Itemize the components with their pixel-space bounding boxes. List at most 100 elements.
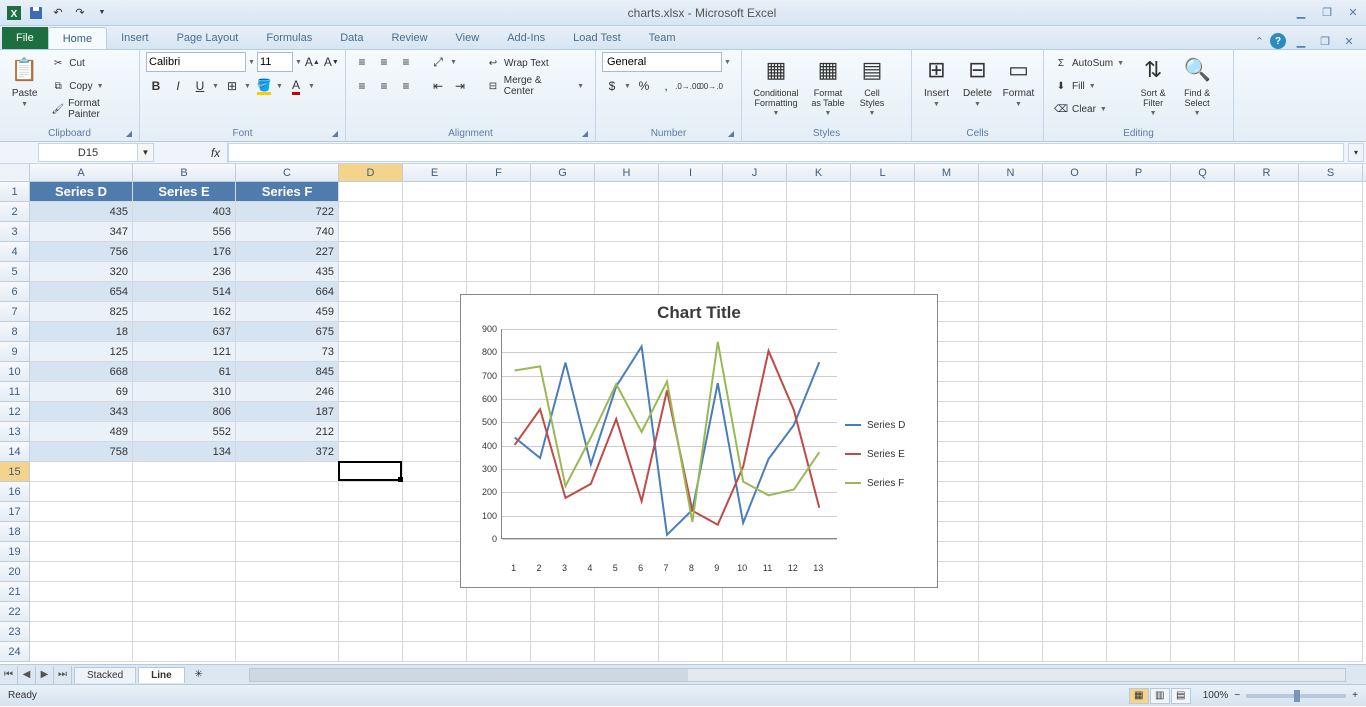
new-sheet-button[interactable]: ✳ (189, 669, 209, 680)
restore-button[interactable]: ❐ (1318, 6, 1336, 20)
tab-home[interactable]: Home (48, 27, 107, 49)
cell-L3[interactable] (851, 222, 915, 242)
cell-C12[interactable]: 187 (236, 402, 339, 422)
cell-N4[interactable] (979, 242, 1043, 262)
fill-button[interactable]: ⬇Fill▼ (1050, 75, 1129, 97)
column-header-N[interactable]: N (979, 164, 1043, 181)
cell-A17[interactable] (30, 502, 133, 522)
cell-C22[interactable] (236, 602, 339, 622)
close-button[interactable]: ✕ (1344, 6, 1362, 20)
cell-R1[interactable] (1235, 182, 1299, 202)
column-header-R[interactable]: R (1235, 164, 1299, 181)
cell-H5[interactable] (595, 262, 659, 282)
cell-S9[interactable] (1299, 342, 1363, 362)
cell-E21[interactable] (403, 582, 467, 602)
cell-K22[interactable] (787, 602, 851, 622)
cell-O14[interactable] (1043, 442, 1107, 462)
cell-P4[interactable] (1107, 242, 1171, 262)
cell-B4[interactable]: 176 (133, 242, 236, 262)
cell-I23[interactable] (659, 622, 723, 642)
cell-B17[interactable] (133, 502, 236, 522)
cell-C5[interactable]: 435 (236, 262, 339, 282)
format-as-table-button[interactable]: ▦Format as Table▼ (808, 52, 848, 120)
row-header-23[interactable]: 23 (0, 622, 30, 642)
cell-S3[interactable] (1299, 222, 1363, 242)
cell-P16[interactable] (1107, 482, 1171, 502)
redo-icon[interactable]: ↷ (70, 3, 90, 23)
cell-I5[interactable] (659, 262, 723, 282)
cell-B23[interactable] (133, 622, 236, 642)
cell-D20[interactable] (339, 562, 403, 582)
cell-B1[interactable]: Series E (133, 182, 236, 202)
cell-Q9[interactable] (1171, 342, 1235, 362)
chart-title[interactable]: Chart Title (471, 303, 927, 329)
cell-Q11[interactable] (1171, 382, 1235, 402)
row-header-18[interactable]: 18 (0, 522, 30, 542)
cell-O2[interactable] (1043, 202, 1107, 222)
cell-C18[interactable] (236, 522, 339, 542)
cell-G24[interactable] (531, 642, 595, 662)
cell-I3[interactable] (659, 222, 723, 242)
cell-H24[interactable] (595, 642, 659, 662)
cell-P12[interactable] (1107, 402, 1171, 422)
workbook-close-button[interactable]: ✕ (1340, 34, 1358, 48)
cell-S14[interactable] (1299, 442, 1363, 462)
cell-M22[interactable] (915, 602, 979, 622)
cell-M1[interactable] (915, 182, 979, 202)
cell-D4[interactable] (339, 242, 403, 262)
cell-D16[interactable] (339, 482, 403, 502)
cell-B9[interactable]: 121 (133, 342, 236, 362)
cell-R19[interactable] (1235, 542, 1299, 562)
cell-O6[interactable] (1043, 282, 1107, 302)
workbook-restore-button[interactable]: ❐ (1316, 34, 1334, 48)
tab-page-layout[interactable]: Page Layout (163, 27, 253, 49)
border-button[interactable]: ⊞ (222, 76, 242, 96)
cell-D8[interactable] (339, 322, 403, 342)
cell-D6[interactable] (339, 282, 403, 302)
column-header-I[interactable]: I (659, 164, 723, 181)
cell-S20[interactable] (1299, 562, 1363, 582)
increase-decimal-button[interactable]: .0→.00 (678, 76, 698, 96)
column-header-H[interactable]: H (595, 164, 659, 181)
cell-R14[interactable] (1235, 442, 1299, 462)
legend-item-series-f[interactable]: Series F (845, 478, 927, 489)
cell-C14[interactable]: 372 (236, 442, 339, 462)
cell-F3[interactable] (467, 222, 531, 242)
format-painter-button[interactable]: 🖌Format Painter (47, 98, 133, 120)
cell-R11[interactable] (1235, 382, 1299, 402)
cell-S24[interactable] (1299, 642, 1363, 662)
cell-P24[interactable] (1107, 642, 1171, 662)
cell-N16[interactable] (979, 482, 1043, 502)
cell-P14[interactable] (1107, 442, 1171, 462)
cell-N5[interactable] (979, 262, 1043, 282)
cell-F24[interactable] (467, 642, 531, 662)
cell-O9[interactable] (1043, 342, 1107, 362)
cell-B8[interactable]: 637 (133, 322, 236, 342)
cell-L22[interactable] (851, 602, 915, 622)
row-header-22[interactable]: 22 (0, 602, 30, 622)
cell-R3[interactable] (1235, 222, 1299, 242)
format-cells-button[interactable]: ▭Format▼ (1000, 52, 1037, 120)
column-header-C[interactable]: C (236, 164, 339, 181)
column-header-M[interactable]: M (915, 164, 979, 181)
cell-N1[interactable] (979, 182, 1043, 202)
cell-B7[interactable]: 162 (133, 302, 236, 322)
column-header-B[interactable]: B (133, 164, 236, 181)
page-break-view-button[interactable]: ▤ (1171, 688, 1191, 704)
align-left-button[interactable]: ≡ (352, 76, 372, 96)
decrease-decimal-button[interactable]: .00→.0 (700, 76, 720, 96)
cell-E6[interactable] (403, 282, 467, 302)
legend-item-series-d[interactable]: Series D (845, 420, 927, 431)
cell-A7[interactable]: 825 (30, 302, 133, 322)
cell-O17[interactable] (1043, 502, 1107, 522)
cell-O5[interactable] (1043, 262, 1107, 282)
cell-A15[interactable] (30, 462, 133, 482)
ribbon-minimize-icon[interactable]: ⌃ (1255, 35, 1264, 48)
font-size-select[interactable] (257, 52, 293, 72)
cell-Q24[interactable] (1171, 642, 1235, 662)
cell-A18[interactable] (30, 522, 133, 542)
cell-D2[interactable] (339, 202, 403, 222)
cell-A11[interactable]: 69 (30, 382, 133, 402)
cell-C1[interactable]: Series F (236, 182, 339, 202)
tab-review[interactable]: Review (377, 27, 441, 49)
